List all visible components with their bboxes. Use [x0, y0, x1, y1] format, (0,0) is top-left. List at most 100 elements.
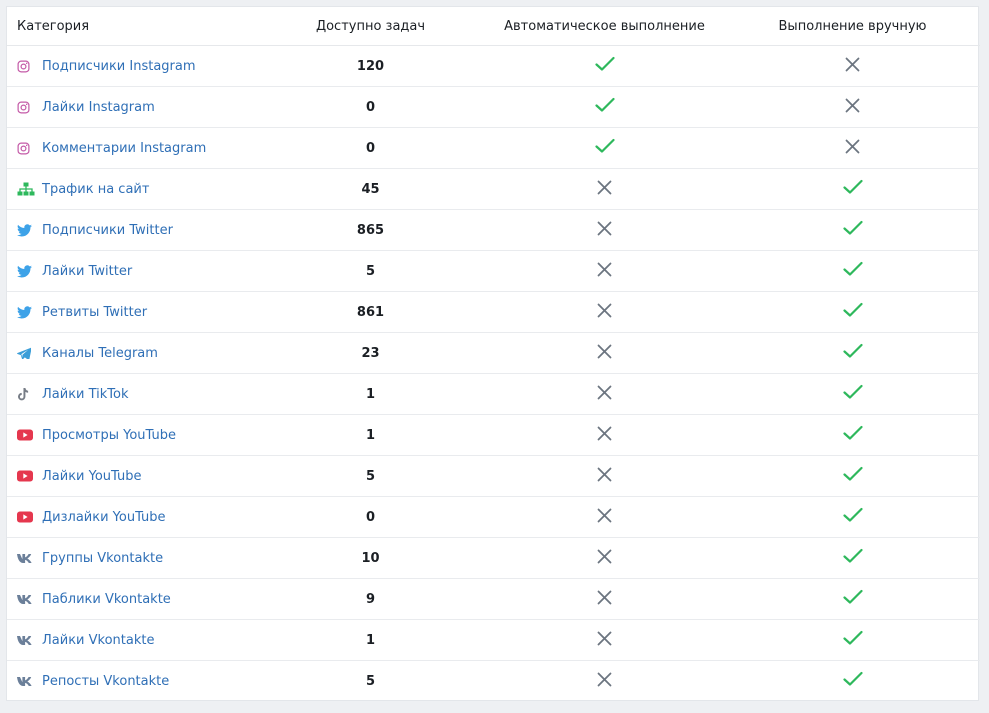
check-icon [842, 343, 863, 363]
category-cell: Лайки Vkontakte [7, 619, 257, 661]
category-label[interactable]: Лайки YouTube [42, 469, 142, 484]
category-link[interactable]: Дизлайки YouTube [17, 510, 257, 525]
auto-status-cell [484, 578, 725, 620]
category-link[interactable]: Подписчики Twitter [17, 223, 257, 238]
category-label[interactable]: Подписчики Twitter [42, 223, 173, 238]
vk-icon [17, 674, 35, 688]
category-link[interactable]: Лайки TikTok [17, 387, 257, 402]
table-header-row: Категория Доступно задач Автоматическое … [7, 7, 980, 46]
category-link[interactable]: Репосты Vkontakte [17, 674, 257, 689]
cross-icon [597, 508, 612, 527]
cross-icon [597, 467, 612, 486]
table-row: Каналы Telegram 23 [7, 332, 980, 374]
category-cell: Просмотры YouTube [7, 414, 257, 456]
manual-status-cell [725, 414, 980, 456]
cross-icon [597, 590, 612, 609]
table-row: Репосты Vkontakte 5 [7, 660, 980, 701]
category-label[interactable]: Группы Vkontakte [42, 551, 163, 566]
available-count: 861 [257, 291, 484, 333]
category-link[interactable]: Просмотры YouTube [17, 428, 257, 443]
table-row: Ретвиты Twitter 861 [7, 291, 980, 333]
twitter-icon [17, 223, 35, 237]
category-label[interactable]: Лайки Twitter [42, 264, 132, 279]
category-label[interactable]: Комментарии Instagram [42, 141, 206, 156]
available-count: 1 [257, 619, 484, 661]
category-link[interactable]: Комментарии Instagram [17, 141, 257, 156]
table-row: Подписчики Instagram 120 [7, 46, 980, 87]
category-label[interactable]: Подписчики Instagram [42, 59, 196, 74]
auto-status-cell [484, 619, 725, 661]
available-count: 5 [257, 455, 484, 497]
category-link[interactable]: Паблики Vkontakte [17, 592, 257, 607]
auto-status-cell [484, 209, 725, 251]
manual-status-cell [725, 168, 980, 210]
available-count: 865 [257, 209, 484, 251]
table-row: Трафик на сайт 45 [7, 168, 980, 210]
available-count: 5 [257, 660, 484, 701]
available-count: 9 [257, 578, 484, 620]
category-label[interactable]: Ретвиты Twitter [42, 305, 147, 320]
cross-icon [597, 672, 612, 691]
category-cell: Паблики Vkontakte [7, 578, 257, 620]
category-link[interactable]: Ретвиты Twitter [17, 305, 257, 320]
available-count: 0 [257, 86, 484, 128]
category-label[interactable]: Лайки Instagram [42, 100, 155, 115]
table-row: Лайки YouTube 5 [7, 455, 980, 497]
category-label[interactable]: Дизлайки YouTube [42, 510, 166, 525]
instagram-icon [17, 100, 35, 114]
table-row: Лайки Instagram 0 [7, 86, 980, 128]
category-label[interactable]: Лайки Vkontakte [42, 633, 154, 648]
auto-status-cell [484, 291, 725, 333]
category-link[interactable]: Подписчики Instagram [17, 59, 257, 74]
twitter-icon [17, 264, 35, 278]
auto-status-cell [484, 86, 725, 128]
auto-status-cell [484, 537, 725, 579]
available-count: 120 [356, 58, 385, 74]
category-label[interactable]: Лайки TikTok [42, 387, 129, 402]
table-body: Подписчики Instagram 120 Лайки Instagram 0 К… [7, 46, 980, 701]
cross-icon [597, 262, 612, 281]
category-label[interactable]: Просмотры YouTube [42, 428, 176, 443]
category-cell: Лайки TikTok [7, 373, 257, 415]
cross-icon [597, 344, 612, 363]
available-count: 1 [257, 373, 484, 415]
category-label[interactable]: Трафик на сайт [42, 182, 149, 197]
category-link[interactable]: Лайки Instagram [17, 100, 257, 115]
table-row: Дизлайки YouTube 0 [7, 496, 980, 538]
category-link[interactable]: Лайки YouTube [17, 469, 257, 484]
youtube-icon [17, 510, 35, 524]
category-label[interactable]: Каналы Telegram [42, 346, 158, 361]
category-cell: Лайки Instagram [7, 86, 257, 128]
category-link[interactable]: Группы Vkontakte [17, 551, 257, 566]
auto-status-cell [484, 168, 725, 210]
category-label[interactable]: Паблики Vkontakte [42, 592, 171, 607]
available-count: 10 [257, 537, 484, 579]
tiktok-icon [17, 387, 35, 401]
youtube-icon [17, 428, 35, 442]
table-row: Лайки Twitter 5 [7, 250, 980, 292]
cross-icon [845, 139, 860, 158]
auto-status-cell [484, 373, 725, 415]
category-link[interactable]: Трафик на сайт [17, 182, 257, 197]
manual-status-cell [725, 537, 980, 579]
instagram-icon [17, 141, 35, 155]
table-row: Паблики Vkontakte 9 [7, 578, 980, 620]
check-icon [842, 220, 863, 240]
available-count: 5 [257, 250, 484, 292]
available-count: 0 [257, 127, 484, 169]
manual-status-cell [725, 332, 980, 374]
category-cell: Группы Vkontakte [7, 537, 257, 579]
header-available: Доступно задач [257, 7, 484, 46]
category-link[interactable]: Каналы Telegram [17, 346, 257, 361]
check-icon [842, 179, 863, 199]
category-label[interactable]: Репосты Vkontakte [42, 674, 169, 689]
tasks-table: Категория Доступно задач Автоматическое … [7, 7, 980, 701]
category-link[interactable]: Лайки Twitter [17, 264, 257, 279]
category-link[interactable]: Лайки Vkontakte [17, 633, 257, 648]
category-cell: Комментарии Instagram [7, 127, 257, 169]
cross-icon [597, 180, 612, 199]
manual-status-cell [725, 496, 980, 538]
check-icon [594, 56, 615, 76]
check-icon [842, 466, 863, 486]
manual-status-cell [725, 373, 980, 415]
